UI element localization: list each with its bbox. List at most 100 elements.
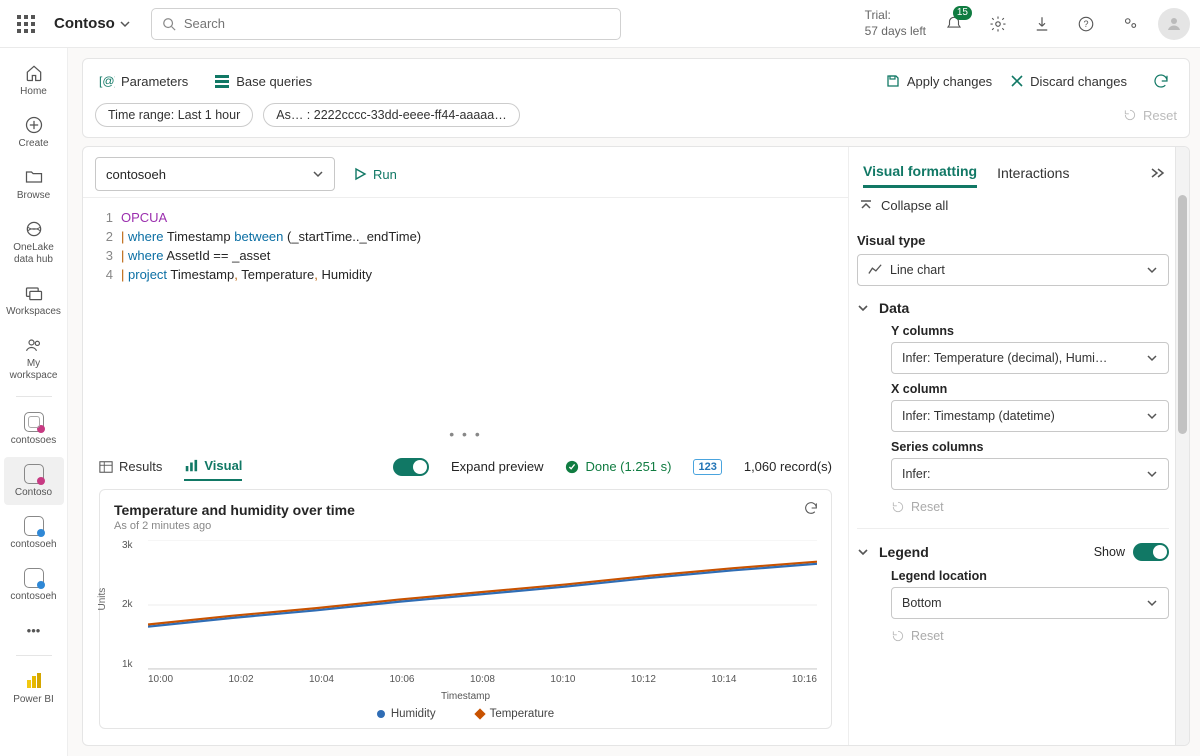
help-icon[interactable]: ? [1070, 8, 1102, 40]
asset-chip[interactable]: As… : 2222cccc-33dd-eeee-ff44-aaaaa… [263, 103, 519, 127]
format-pane: Visual formatting Interactions Collapse … [849, 147, 1189, 745]
show-legend-toggle[interactable] [1133, 543, 1169, 561]
notifications-icon[interactable]: 15 [938, 8, 970, 40]
reset-data-button: Reset [891, 500, 1169, 514]
ycols-label: Y columns [891, 324, 1169, 338]
download-icon[interactable] [1026, 8, 1058, 40]
refresh-icon[interactable] [1145, 65, 1177, 97]
svg-text:[@]: [@] [99, 74, 115, 88]
expand-preview-label: Expand preview [451, 459, 544, 474]
run-button[interactable]: Run [353, 167, 397, 182]
workspaces-icon [23, 282, 45, 304]
nav-browse[interactable]: Browse [4, 160, 64, 208]
feedback-icon[interactable] [1114, 8, 1146, 40]
nav-more[interactable]: ••• [4, 613, 64, 647]
settings-icon[interactable] [982, 8, 1014, 40]
chart-plot: Units 3k 2k 1k [114, 540, 817, 670]
chart-xticks: 10:0010:0210:0410:0610:0810:1010:1210:14… [148, 674, 817, 685]
dashboard-icon [23, 463, 45, 485]
onelake-icon [23, 218, 45, 240]
chevron-down-icon [857, 302, 869, 314]
legend-loc-label: Legend location [891, 569, 1169, 583]
notification-badge: 15 [953, 6, 972, 20]
app-launcher-icon[interactable] [10, 8, 42, 40]
reset-legend-button: Reset [891, 629, 1169, 643]
collapse-all-button[interactable]: Collapse all [857, 188, 1169, 223]
top-bar: Contoso Trial: 57 days left 15 ? [0, 0, 1200, 48]
tab-visual[interactable]: Visual [184, 452, 242, 481]
user-avatar[interactable] [1158, 8, 1190, 40]
folder-icon [23, 166, 45, 188]
kql-editor[interactable]: 1234 OPCUA | where Timestamp between (_s… [83, 198, 848, 284]
splitter-handle[interactable]: • • • [83, 424, 848, 444]
discard-changes-button[interactable]: Discard changes [1010, 74, 1127, 89]
series-label: Series columns [891, 440, 1169, 454]
visual-type-label: Visual type [857, 233, 1169, 248]
command-bar-card: [@] Parameters Base queries Apply change… [82, 58, 1190, 138]
nav-contoso[interactable]: Contoso [4, 457, 64, 505]
parameters-button[interactable]: [@] Parameters [95, 67, 192, 95]
nav-contosoeh-1[interactable]: contosoeh [4, 509, 64, 557]
powerbi-icon [23, 670, 45, 692]
people-icon [23, 334, 45, 356]
ycols-select[interactable]: Infer: Temperature (decimal), Humi… [891, 342, 1169, 374]
chevron-down-icon [119, 18, 131, 30]
nav-home[interactable]: Home [4, 56, 64, 104]
nav-contosoes[interactable]: contosoes [4, 405, 64, 453]
record-count: 1,060 record(s) [744, 459, 832, 474]
line-gutter: 1234 [83, 198, 121, 284]
search-box[interactable] [151, 8, 621, 40]
chart-card: Temperature and humidity over time As of… [99, 489, 832, 729]
chart-title: Temperature and humidity over time [114, 502, 817, 518]
legend-loc-select[interactable]: Bottom [891, 587, 1169, 619]
apply-changes-button[interactable]: Apply changes [885, 73, 992, 89]
time-range-chip[interactable]: Time range: Last 1 hour [95, 103, 253, 127]
tab-results[interactable]: Results [99, 453, 162, 480]
pane-tab-visual-formatting[interactable]: Visual formatting [863, 157, 977, 188]
show-legend-label: Show [1094, 545, 1125, 559]
nav-my-workspace[interactable]: My workspace [4, 328, 64, 388]
nav-powerbi[interactable]: Power BI [4, 664, 64, 712]
query-status: Done (1.251 s) [565, 459, 671, 474]
chart-refresh-icon[interactable] [803, 500, 819, 519]
visual-type-select[interactable]: Line chart [857, 254, 1169, 286]
chart-legend: Humidity Temperature [114, 708, 817, 720]
series-select[interactable]: Infer: [891, 458, 1169, 490]
nav-onelake[interactable]: OneLake data hub [4, 212, 64, 272]
svg-text:?: ? [1083, 19, 1088, 29]
eventhouse-icon [23, 515, 45, 537]
data-section-header[interactable]: Data [857, 300, 1169, 316]
reset-filters-button: Reset [1123, 108, 1177, 123]
data-source-dropdown[interactable]: contosoeh [95, 157, 335, 191]
trial-status: Trial: 57 days left [865, 8, 926, 39]
pane-tab-interactions[interactable]: Interactions [997, 159, 1069, 187]
base-queries-button[interactable]: Base queries [210, 67, 316, 95]
workspace-name: Contoso [54, 15, 115, 32]
xcol-label: X column [891, 382, 1169, 396]
chevron-down-icon [857, 546, 869, 558]
chevron-down-icon [312, 168, 324, 180]
chart-xlabel: Timestamp [114, 691, 817, 702]
nav-create[interactable]: Create [4, 108, 64, 156]
chevron-down-icon [1146, 264, 1158, 276]
nav-contosoeh-2[interactable]: contosoeh [4, 561, 64, 609]
code-lines: OPCUA | where Timestamp between (_startT… [121, 198, 421, 284]
record-icon: 123 [693, 459, 721, 475]
expand-pane-icon[interactable] [1149, 167, 1165, 179]
chart-subtitle: As of 2 minutes ago [114, 520, 817, 532]
workspace-switcher[interactable]: Contoso [54, 15, 139, 32]
left-nav: Home Create Browse OneLake data hub Work… [0, 48, 68, 756]
result-bar: Results Visual Expand preview Done (1.25… [83, 444, 848, 489]
more-icon: ••• [23, 619, 45, 641]
pane-scrollbar[interactable] [1175, 147, 1189, 745]
expand-preview-toggle[interactable] [393, 458, 429, 476]
nav-workspaces[interactable]: Workspaces [4, 276, 64, 324]
plus-circle-icon [23, 114, 45, 136]
legend-section-header[interactable]: Legend [857, 544, 929, 560]
artifact-icon [23, 411, 45, 433]
xcol-select[interactable]: Infer: Timestamp (datetime) [891, 400, 1169, 432]
editor-card: contosoeh Run 1234 OPCUA | where Timesta… [82, 146, 1190, 746]
home-icon [23, 62, 45, 84]
search-icon [162, 17, 176, 31]
search-input[interactable] [184, 16, 610, 31]
